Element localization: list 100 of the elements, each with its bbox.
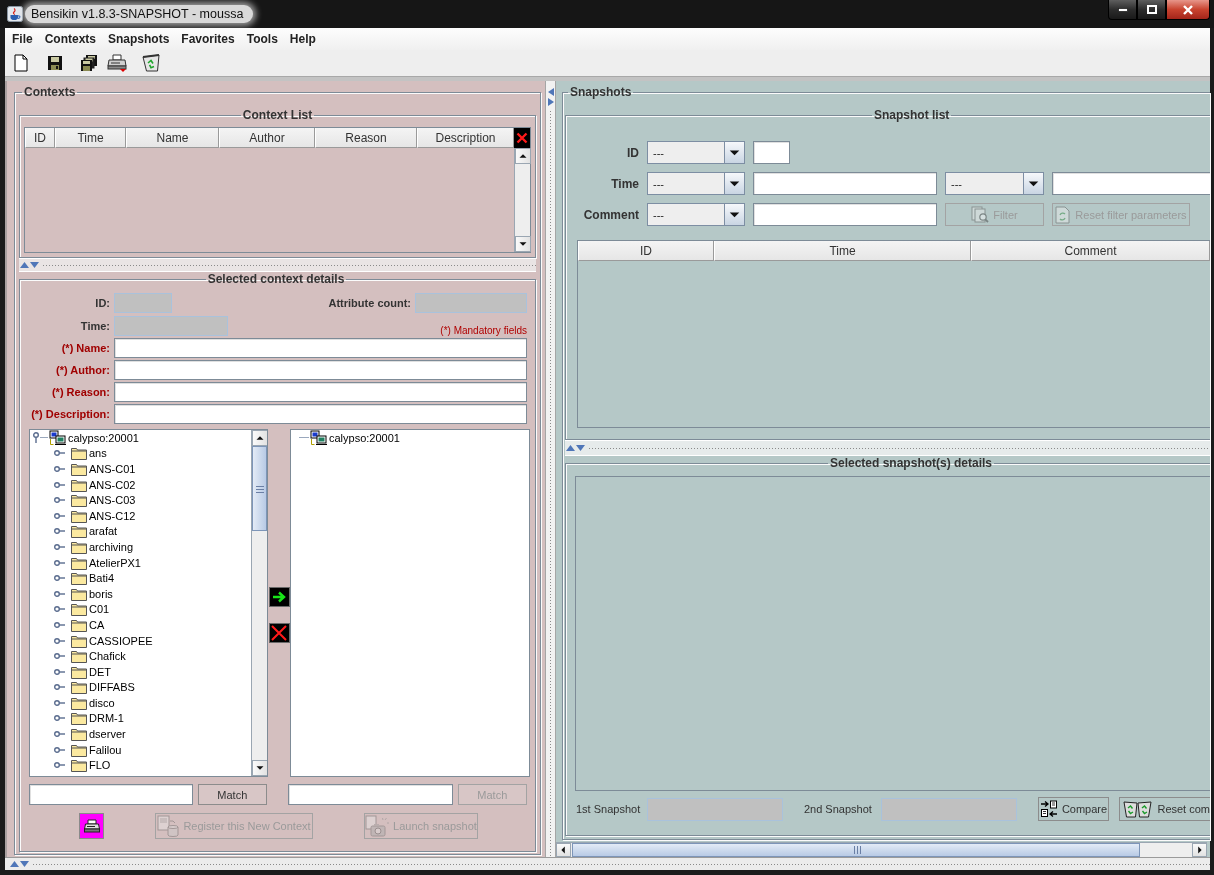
- tree-item[interactable]: AtelierPX1: [88, 555, 141, 570]
- tree-item[interactable]: ans: [88, 446, 107, 461]
- tree-item[interactable]: disco: [88, 695, 115, 710]
- input-field[interactable]: [114, 404, 527, 424]
- scrollbar[interactable]: [514, 148, 530, 252]
- input-field[interactable]: [114, 360, 527, 380]
- column-header[interactable]: ID: [578, 241, 714, 261]
- tree-handle-icon[interactable]: [54, 636, 65, 645]
- input-field[interactable]: [114, 382, 527, 402]
- compare-button[interactable]: Compare: [1037, 797, 1110, 821]
- clear-button[interactable]: [514, 128, 530, 148]
- reset-button[interactable]: Reset com: [1119, 797, 1210, 821]
- new-document-icon[interactable]: [14, 54, 28, 72]
- input-field[interactable]: [114, 338, 527, 358]
- maximize-button[interactable]: [1137, 0, 1166, 20]
- tree-handle-icon[interactable]: [54, 480, 65, 489]
- tree-handle-icon[interactable]: [54, 698, 65, 707]
- column-header[interactable]: Author: [219, 128, 315, 148]
- tree-item[interactable]: ANS-C02: [88, 477, 136, 492]
- column-header[interactable]: Comment: [971, 241, 1210, 261]
- tree-item[interactable]: ANS-C01: [88, 462, 136, 476]
- tree-item[interactable]: CA: [88, 617, 105, 632]
- column-header[interactable]: Name: [126, 128, 219, 148]
- tree-handle-icon[interactable]: [54, 589, 65, 598]
- arrow-right-icon[interactable]: [1192, 843, 1207, 857]
- tree-handle-icon[interactable]: [54, 745, 65, 754]
- tree-item[interactable]: arafat: [88, 524, 118, 539]
- menu-item[interactable]: Snapshots: [102, 29, 176, 49]
- tree-item[interactable]: calypso:20001: [328, 430, 400, 445]
- tree-handle-icon[interactable]: [54, 667, 65, 676]
- menu-item[interactable]: Help: [283, 29, 322, 49]
- tree-item[interactable]: boris: [88, 586, 113, 601]
- arrow-down-icon[interactable]: [515, 236, 531, 252]
- print-button[interactable]: [79, 813, 104, 839]
- minimize-button[interactable]: [1108, 0, 1137, 20]
- input-field[interactable]: [753, 172, 937, 195]
- tree-item[interactable]: calypso:20001: [67, 430, 139, 445]
- tree-handle-icon[interactable]: [54, 574, 65, 583]
- arrow-left-icon[interactable]: [556, 843, 571, 857]
- arrow-up-icon[interactable]: [252, 430, 267, 446]
- remove-button[interactable]: [268, 623, 290, 643]
- menu-item[interactable]: Contexts: [38, 29, 102, 49]
- tree-item[interactable]: dserver: [88, 727, 126, 742]
- scrollbar-thumb[interactable]: [572, 843, 1140, 857]
- tree-handle-icon[interactable]: [54, 558, 65, 567]
- tree-item[interactable]: Falilou: [88, 742, 122, 757]
- scrollbar[interactable]: [556, 842, 1207, 857]
- dropdown[interactable]: ---: [647, 172, 745, 195]
- tree-item[interactable]: DRM-1: [88, 711, 124, 726]
- tree-item[interactable]: FLO: [88, 758, 111, 773]
- match-button[interactable]: Match: [197, 784, 267, 805]
- tree-item[interactable]: ANS-C12: [88, 508, 136, 523]
- scrollbar[interactable]: [251, 430, 267, 776]
- input-field[interactable]: [1052, 172, 1210, 195]
- dropdown[interactable]: ---: [647, 141, 745, 164]
- tree-handle-icon[interactable]: [32, 432, 40, 443]
- column-header[interactable]: Time: [714, 241, 971, 261]
- tree-handle-icon[interactable]: [54, 496, 65, 505]
- tree-item[interactable]: DET: [88, 664, 111, 679]
- input-field[interactable]: [753, 203, 937, 226]
- tree-handle-icon[interactable]: [54, 511, 65, 520]
- tree-item[interactable]: Bati4: [88, 571, 115, 586]
- dropdown[interactable]: ---: [647, 203, 745, 226]
- tree-item[interactable]: CASSIOPEE: [88, 633, 153, 648]
- column-header[interactable]: Description: [417, 128, 514, 148]
- floppy-disks-icon[interactable]: [80, 54, 98, 72]
- tree-handle-icon[interactable]: [54, 542, 65, 551]
- mandatory-note: (*) Mandatory fields: [440, 325, 527, 336]
- tree-item[interactable]: C01: [88, 602, 110, 617]
- tree-handle-icon[interactable]: [54, 714, 65, 723]
- menu-item[interactable]: Favorites: [175, 29, 241, 49]
- tree-handle-icon[interactable]: [54, 449, 65, 458]
- tree-handle-icon[interactable]: [54, 465, 65, 473]
- tree-handle-icon[interactable]: [54, 620, 65, 629]
- tree-handle-icon[interactable]: [54, 605, 65, 614]
- tree-handle-icon[interactable]: [54, 683, 65, 692]
- add-button[interactable]: [268, 587, 290, 607]
- tree-item[interactable]: DIFFABS: [88, 680, 135, 695]
- menu-item[interactable]: File: [6, 29, 39, 49]
- close-button[interactable]: [1166, 0, 1210, 20]
- scrollbar-thumb[interactable]: [252, 446, 267, 531]
- tree-handle-icon[interactable]: [54, 761, 65, 770]
- tree-handle-icon[interactable]: [54, 730, 65, 739]
- tree-handle-icon[interactable]: [54, 527, 65, 536]
- arrow-up-icon[interactable]: [515, 148, 531, 164]
- dropdown[interactable]: ---: [945, 172, 1044, 195]
- tree-item[interactable]: Chafick: [88, 649, 126, 664]
- arrow-down-icon[interactable]: [252, 760, 267, 776]
- tree-handle-icon[interactable]: [54, 652, 65, 661]
- recycle-bin-icon[interactable]: [141, 53, 161, 73]
- tree-item[interactable]: ANS-C03: [88, 493, 136, 508]
- menu-item[interactable]: Tools: [240, 29, 284, 49]
- printer-icon[interactable]: [107, 54, 127, 72]
- column-header[interactable]: Time: [55, 128, 126, 148]
- column-header[interactable]: ID: [25, 128, 55, 148]
- column-header[interactable]: Reason: [315, 128, 417, 148]
- input-field[interactable]: [288, 784, 453, 805]
- tree-item[interactable]: archiving: [88, 539, 134, 554]
- input-field[interactable]: [29, 784, 193, 805]
- input-field[interactable]: [753, 141, 790, 164]
